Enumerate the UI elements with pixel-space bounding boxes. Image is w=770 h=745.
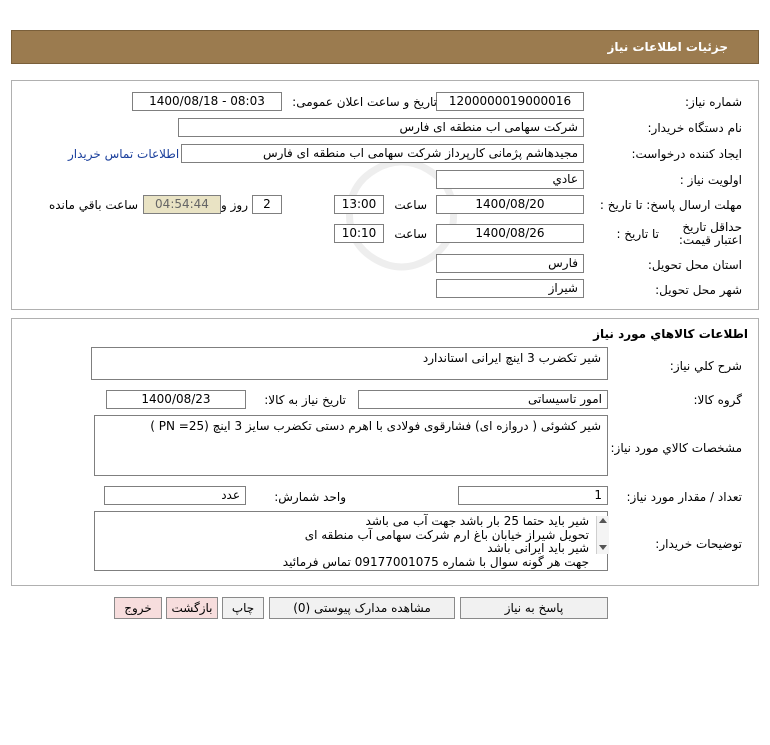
buyer-notes-label: توضیحات خریدار: [655,537,742,551]
creator-label: ایجاد کننده درخواست: [631,147,742,161]
priority-field: عادي [436,170,584,189]
need-date-label: تاریخ نیاز به کالا: [264,393,346,407]
summary-label: شرح کلي نیاز: [669,359,742,373]
reply-button[interactable]: پاسخ به نیاز [460,597,608,619]
need-date-field: 1400/08/23 [106,390,246,409]
province-field: فارس [436,254,584,273]
goods-section-title: اطلاعات کالاهاي مورد نیاز [593,327,748,341]
validity-to-label: تا تاریخ : [616,227,659,241]
buyer-org-label: نام دستگاه خریدار: [647,121,743,135]
group-field: امور تاسیساتی [358,390,608,409]
need-number-field: 1200000019000016 [436,92,584,111]
scroll-up-icon[interactable] [599,518,607,523]
remaining-time-label: ساعت باقي مانده [48,198,138,212]
back-button[interactable]: بازگشت [166,597,218,619]
print-button[interactable]: چاپ [222,597,264,619]
validity-time-field: 10:10 [334,224,384,243]
deadline-label: مهلت ارسال پاسخ: تا تاریخ : [599,198,742,212]
creator-field: مجیدهاشم پژمانی کارپرداز شرکت سهامی اب م… [181,144,584,163]
days-label: روز و [221,198,248,212]
qty-field: 1 [458,486,608,505]
notes-scrollbar[interactable] [596,516,609,554]
priority-label: اولویت نیاز : [679,173,742,187]
scroll-down-icon[interactable] [599,545,607,550]
need-info-panel [11,80,759,310]
unit-label: واحد شمارش: [274,490,346,504]
announce-label: تاریخ و ساعت اعلان عمومی: [292,95,437,109]
note-line: جهت هر گونه سوال با شماره 09177001075 تم… [282,554,589,569]
note-line: شیر باید حتما 25 بار باشد جهت آب می باشد [365,514,589,528]
city-field: شیراز [436,279,584,298]
city-label: شهر محل تحویل: [655,283,742,297]
exit-button[interactable]: خروج [114,597,162,619]
qty-label: تعداد / مقدار مورد نیاز: [626,490,742,504]
page-title: جزئیات اطلاعات نیاز [607,40,728,54]
days-remaining-field: 2 [252,195,282,214]
spec-label: مشخصات کالاي مورد نیاز: [610,441,742,455]
deadline-time-label: ساعت [394,198,427,212]
note-line: تحویل شیراز خیابان باغ ارم شرکت سهامی آب… [304,527,589,542]
note-line: شیر باید ایرانی باشد [487,541,589,555]
attachments-button[interactable]: مشاهده مدارک پیوستی (0) [269,597,455,619]
announce-field: 1400/08/18 - 08:03 [132,92,282,111]
deadline-time-field: 13:00 [334,195,384,214]
summary-field: شیر تکضرب 3 اینچ ایرانی استاندارد [91,347,608,380]
buyer-org-field: شرکت سهامی اب منطقه ای فارس [178,118,584,137]
unit-field: عدد [104,486,246,505]
validity-label: حداقل تاریخ اعتبار قیمت: [678,220,742,247]
page-header: جزئیات اطلاعات نیاز [11,30,759,64]
group-label: گروه کالا: [693,393,743,407]
need-number-label: شماره نیاز: [685,95,742,109]
validity-time-label: ساعت [394,227,427,241]
remaining-time-field: 04:54:44 [143,195,221,214]
validity-date-field: 1400/08/26 [436,224,584,243]
deadline-date-field: 1400/08/20 [436,195,584,214]
province-label: استان محل تحویل: [647,258,742,272]
spec-field: شیر کشوئی ( دروازه ای) فشارقوی فولادی با… [94,415,608,476]
buyer-notes-field[interactable]: شیر باید حتما 25 بار باشد جهت آب می باشد… [94,511,608,571]
buyer-contact-link[interactable]: اطلاعات تماس خریدار [68,147,179,161]
